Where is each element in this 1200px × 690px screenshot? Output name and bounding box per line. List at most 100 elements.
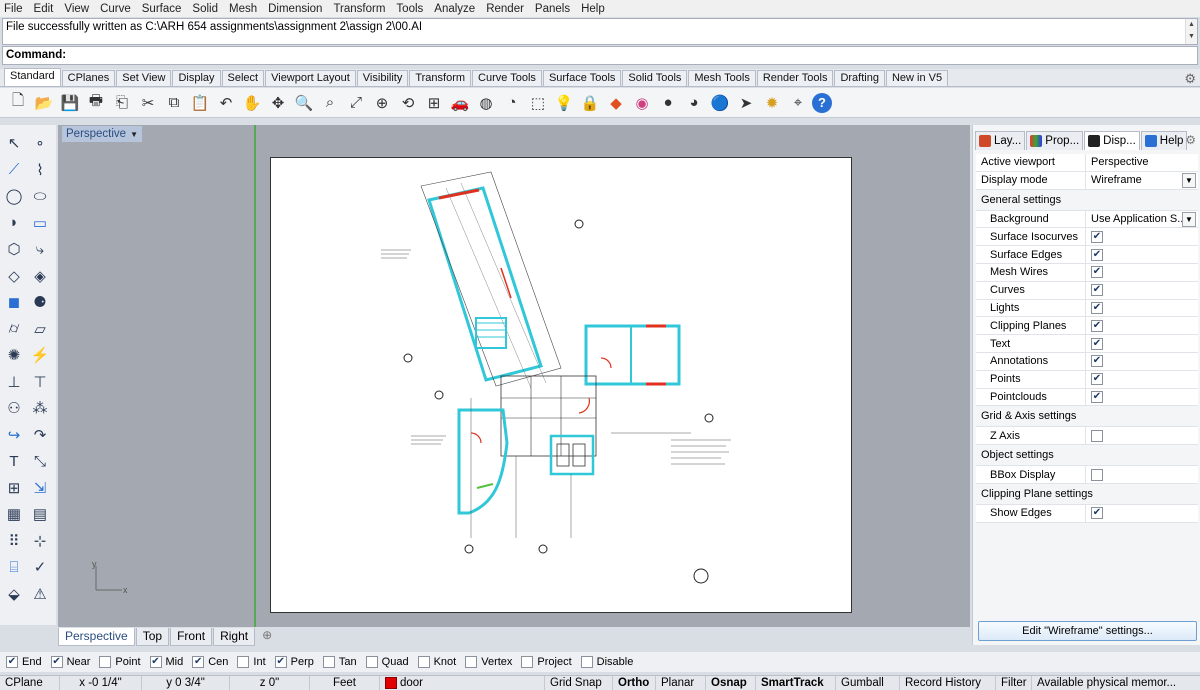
toolbar-tab-surface-tools[interactable]: Surface Tools [542,70,622,86]
car-icon[interactable]: 🚗 [448,91,472,115]
prop-row-bbox-display[interactable]: BBox Display [976,466,1198,484]
checkbox-lights[interactable]: ✔ [1091,301,1103,314]
status-cplane[interactable]: CPlane [0,675,60,690]
trim-icon[interactable]: ⊥ [2,370,26,394]
array-icon[interactable]: ⊞ [2,476,26,500]
dimension-icon[interactable]: ⊹ [28,529,52,553]
toolbar-tab-display[interactable]: Display [172,70,221,86]
drawing-sheet[interactable] [270,157,852,613]
lock-icon[interactable]: 🔒 [578,91,602,115]
status-planar[interactable]: Planar [656,675,706,690]
pan-icon[interactable]: ✋ [240,91,264,115]
osnap-vertex[interactable]: Vertex [465,656,512,668]
checkbox-mesh-wires[interactable]: ✔ [1091,266,1103,279]
new-icon[interactable]: 🗋 [6,91,30,115]
prop-row-points[interactable]: Points ✔ [976,370,1198,389]
status-record-history[interactable]: Record History [900,675,996,690]
toolbar-tab-drafting[interactable]: Drafting [834,70,885,86]
ungroup-icon[interactable]: ⁂ [28,396,52,420]
osnap-knot[interactable]: Knot [417,656,456,668]
checkbox-clipping-planes[interactable]: ✔ [1091,319,1103,332]
help-icon[interactable]: ? [812,92,832,113]
osnap-checkbox[interactable] [365,656,378,668]
menu-item-tools[interactable]: Tools [396,3,423,15]
menu-item-edit[interactable]: Edit [34,3,54,15]
import-icon[interactable]: ⎗ [110,91,134,115]
panel-tab-layers[interactable]: Lay... [975,131,1026,150]
menu-item-help[interactable]: Help [581,3,605,15]
panel-tab-properties[interactable]: Prop... [1026,131,1084,150]
osnap-disable[interactable]: Disable [580,656,633,668]
toolbar-tab-select[interactable]: Select [221,70,265,86]
command-line[interactable]: Command: [2,46,1198,65]
status-filter[interactable]: Filter [996,675,1032,690]
checkbox-text[interactable]: ✔ [1091,337,1103,350]
prop-value[interactable]: ✔ [1086,246,1198,263]
menu-item-view[interactable]: View [64,3,89,15]
rotate-view-icon[interactable]: ⟲ [396,91,420,115]
toolbar-gear-icon[interactable]: ⚙ [1184,71,1196,87]
menu-item-curve[interactable]: Curve [100,3,131,15]
cut-icon[interactable]: ✂ [136,91,160,115]
text-icon[interactable]: T [2,449,26,473]
osnap-project[interactable]: Project [521,656,572,668]
cylinder-icon[interactable]: ⌭ [2,317,26,341]
menu-item-surface[interactable]: Surface [142,3,182,15]
prop-row-surface-edges[interactable]: Surface Edges ✔ [976,246,1198,264]
osnap-checkbox[interactable]: ✔ [6,656,18,668]
analysis-icon[interactable]: ◔ [500,91,524,115]
checkbox-surface-edges[interactable]: ✔ [1091,248,1103,261]
osnap-checkbox[interactable] [521,656,534,668]
prop-row-curves[interactable]: Curves ✔ [976,281,1198,300]
prop-value[interactable] [1086,427,1198,444]
prop-value[interactable]: ✔ [1086,264,1198,281]
checkbox-pointclouds[interactable]: ✔ [1091,390,1103,403]
osnap-checkbox[interactable] [465,656,478,668]
menu-item-solid[interactable]: Solid [192,3,218,15]
prop-row-clipping-planes[interactable]: Clipping Planes ✔ [976,317,1198,336]
dropdown-arrow-icon[interactable]: ▼ [1182,211,1196,227]
toolbar-tab-visibility[interactable]: Visibility [356,70,409,86]
osnap-checkbox[interactable] [580,656,593,668]
prop-value[interactable]: Use Application S... ▼ [1086,211,1198,228]
zoom-icon[interactable]: 🔍 [292,91,316,115]
prop-value[interactable]: ✔ [1086,300,1198,317]
viewport-tab-front[interactable]: Front [170,628,213,646]
fillet-icon[interactable]: ⤷ [28,237,52,261]
osnap-checkbox[interactable]: ✔ [149,656,162,668]
osnap-tan[interactable]: Tan [322,656,357,668]
prop-value[interactable]: Wireframe ▼ [1086,172,1198,189]
prop-row-z-axis[interactable]: Z Axis [976,427,1198,446]
shaded-icon[interactable]: ● [656,91,680,115]
gumball-icon[interactable]: ⌖ [786,91,810,115]
arc-icon[interactable]: ◗ [2,211,26,235]
zoom-selected-icon[interactable]: ⊕ [370,91,394,115]
menu-item-render[interactable]: Render [486,3,524,15]
menu-item-file[interactable]: File [4,3,23,15]
prop-value[interactable]: ✔ [1086,282,1198,299]
analyze-icon[interactable]: ⬙ [2,582,26,606]
prop-value[interactable]: ✔ [1086,371,1198,388]
checkbox-curves[interactable]: ✔ [1091,284,1103,297]
layout-icon[interactable]: ▤ [28,502,52,526]
status-osnap[interactable]: Osnap [706,675,756,690]
paste-icon[interactable]: 📋 [188,91,212,115]
osnap-point[interactable]: Point [99,656,141,668]
dropdown-arrow-icon[interactable]: ▼ [1182,172,1196,188]
prop-value[interactable]: ✔ [1086,505,1198,522]
status-grid-snap[interactable]: Grid Snap [545,675,613,690]
osnap-checkbox[interactable]: ✔ [50,656,63,668]
menu-item-analyze[interactable]: Analyze [434,3,475,15]
toolbar-tab-cplanes[interactable]: CPlanes [61,70,116,86]
menu-item-transform[interactable]: Transform [333,3,385,15]
osnap-checkbox[interactable] [322,656,335,668]
menu-item-panels[interactable]: Panels [535,3,570,15]
osnap-end[interactable]: ✔ End [6,656,42,668]
print-icon[interactable]: 🖶 [84,91,108,115]
scale-icon[interactable]: ⇲ [28,476,52,500]
history-scrollbar[interactable]: ▲ ▼ [1185,19,1197,44]
prop-row-show-edges[interactable]: Show Edges ✔ [976,504,1198,523]
group-icon[interactable]: ⚇ [2,396,26,420]
viewport-tab-right[interactable]: Right [213,628,256,646]
save-icon[interactable]: 💾 [58,91,82,115]
